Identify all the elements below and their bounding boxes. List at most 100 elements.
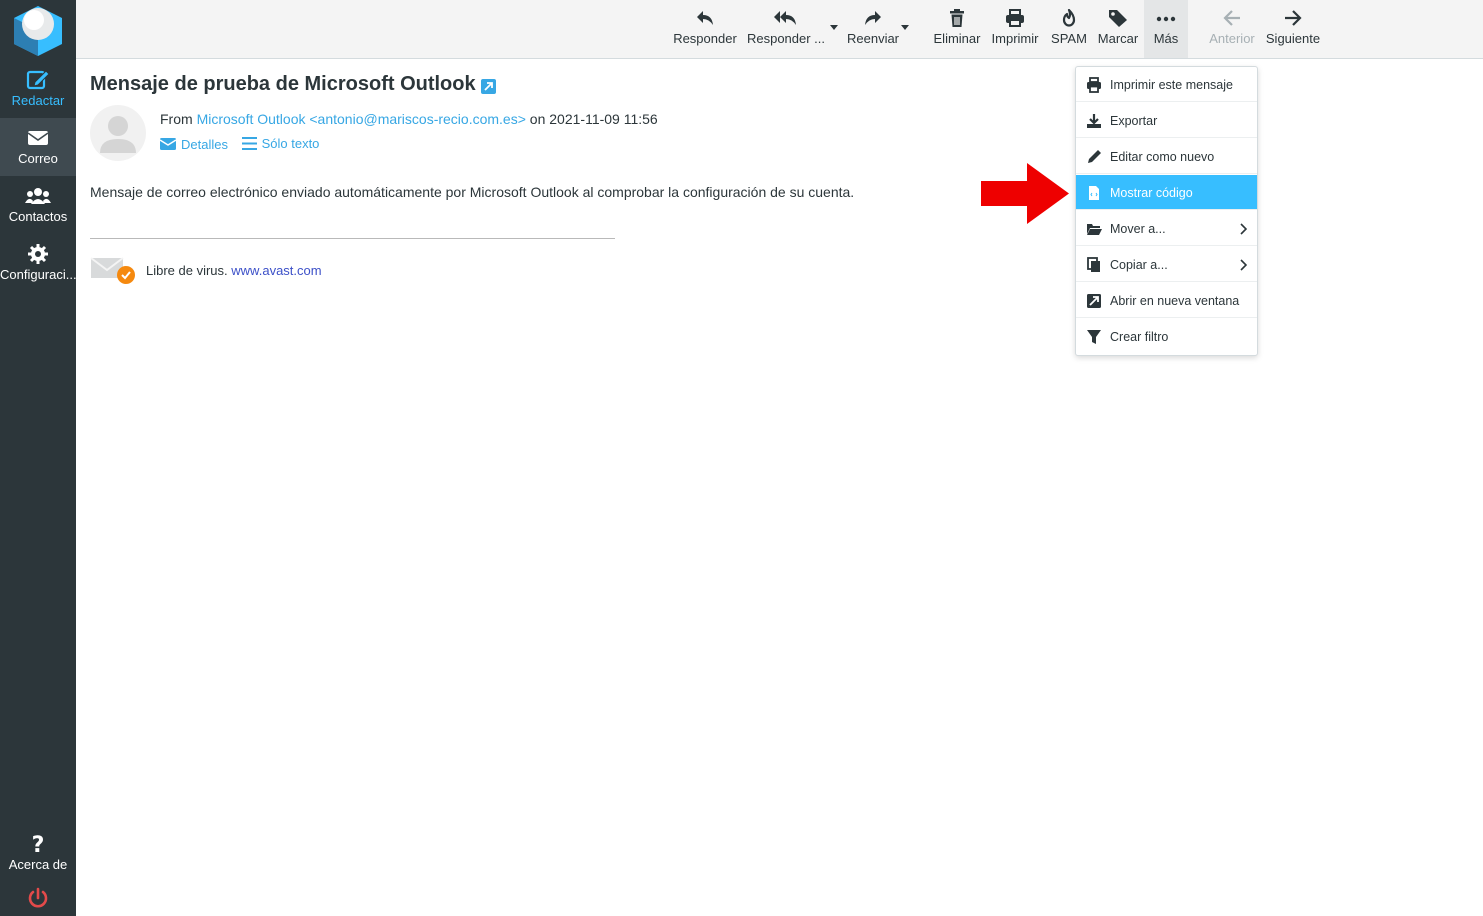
reply-all-icon [774, 11, 796, 25]
from-line: From Microsoft Outlook <antonio@mariscos… [160, 111, 658, 127]
chevron-right-icon [1240, 223, 1247, 235]
menu-item-label: Imprimir este mensaje [1110, 78, 1233, 92]
user-silhouette-icon [100, 116, 136, 153]
menu-item-label: Exportar [1110, 114, 1158, 128]
menu-item-create-filter[interactable]: Crear filtro [1076, 319, 1257, 354]
more-menu: Imprimir este mensaje Exportar Editar co… [1075, 66, 1258, 356]
more-icon [1156, 16, 1176, 22]
annotation-arrow [981, 163, 1069, 224]
previous-label: Anterior [1209, 31, 1255, 46]
sidebar-item-about[interactable]: ? Acerca de [0, 824, 76, 882]
print-label: Imprimir [991, 31, 1039, 46]
menu-item-print-message[interactable]: Imprimir este mensaje [1076, 67, 1257, 102]
menu-item-edit-as-new[interactable]: Editar como nuevo [1076, 139, 1257, 174]
reply-button[interactable]: Responder [673, 0, 737, 58]
menu-item-label: Abrir en nueva ventana [1110, 294, 1240, 308]
sidebar-item-compose[interactable]: Redactar [0, 60, 76, 118]
lines-icon [241, 137, 257, 150]
trash-icon [950, 9, 964, 27]
menu-item-label: Crear filtro [1110, 330, 1169, 344]
arrow-right-icon [1285, 10, 1302, 26]
message-date: on 2021-11-09 11:56 [529, 111, 658, 127]
app-logo [14, 6, 62, 56]
sidebar-item-contacts[interactable]: Contactos [0, 176, 76, 234]
menu-item-show-source[interactable]: Mostrar código [1076, 175, 1257, 210]
header-links: Detalles Sólo texto [160, 136, 329, 153]
details-label: Detalles [181, 136, 228, 152]
envelope-icon [160, 138, 176, 150]
menu-item-label: Mover a... [1110, 222, 1166, 236]
sender-avatar [90, 105, 146, 161]
question-icon: ? [32, 833, 45, 854]
details-link[interactable]: Detalles [160, 137, 228, 152]
menu-item-move-to[interactable]: Mover a... [1076, 211, 1257, 246]
filter-icon [1087, 330, 1101, 344]
avast-link[interactable]: www.avast.com [231, 263, 321, 278]
envelope-icon [27, 131, 49, 145]
folder-open-icon [1087, 224, 1102, 235]
mark-label: Marcar [1097, 31, 1139, 46]
chevron-right-icon [1240, 259, 1247, 271]
spam-button[interactable]: SPAM [1048, 0, 1090, 58]
message-toolbar: Responder Responder ... Reenviar Elimina… [76, 0, 1483, 59]
delete-label: Eliminar [933, 31, 981, 46]
menu-item-label: Mostrar código [1110, 186, 1193, 200]
message-subject: Mensaje de prueba de Microsoft Outlook [90, 73, 476, 95]
sidebar-item-label: Correo [18, 151, 58, 166]
tag-icon [1109, 10, 1127, 27]
more-label: Más [1153, 31, 1179, 46]
reply-all-dropdown-caret[interactable] [829, 23, 839, 31]
pencil-icon [1088, 150, 1101, 163]
from-prefix: From [160, 111, 193, 127]
open-external-icon[interactable] [481, 79, 496, 94]
next-button[interactable]: Siguiente [1264, 0, 1322, 58]
reply-icon [697, 11, 713, 25]
external-link-icon [1087, 294, 1101, 308]
signature-divider [90, 238, 615, 239]
sidebar-item-settings[interactable]: Configuraci... [0, 234, 76, 292]
copy-icon [1087, 257, 1100, 272]
forward-dropdown-caret[interactable] [900, 23, 910, 31]
forward-icon [865, 11, 881, 25]
menu-item-copy-to[interactable]: Copiar a... [1076, 247, 1257, 282]
avast-mail-icon [90, 257, 135, 284]
sidebar-item-label: Contactos [8, 209, 68, 224]
menu-item-label: Copiar a... [1110, 258, 1168, 272]
next-label: Siguiente [1265, 31, 1321, 46]
download-icon [1087, 114, 1101, 128]
message-body: Mensaje de correo electrónico enviado au… [90, 184, 855, 200]
sidebar-item-label: Acerca de [8, 857, 68, 872]
plaintext-link[interactable]: Sólo texto [241, 136, 320, 151]
reply-label: Responder [673, 31, 737, 46]
forward-button[interactable]: Reenviar [845, 0, 901, 58]
signature-text: Libre de virus. [146, 263, 228, 278]
file-code-icon [1089, 186, 1099, 200]
compose-icon [26, 70, 50, 90]
sidebar: Redactar Correo Contactos Configuraci...… [0, 0, 76, 916]
menu-item-export[interactable]: Exportar [1076, 103, 1257, 138]
arrow-left-icon [1223, 10, 1240, 26]
menu-item-label: Editar como nuevo [1110, 150, 1215, 164]
power-icon[interactable] [26, 887, 50, 909]
more-button[interactable]: Más [1144, 0, 1188, 58]
sidebar-item-label: Configuraci... [0, 267, 76, 282]
sidebar-item-mail[interactable]: Correo [0, 118, 76, 176]
gear-icon [28, 244, 48, 264]
sidebar-item-label: Redactar [11, 93, 65, 108]
plaintext-label: Sólo texto [261, 136, 320, 151]
mark-button[interactable]: Marcar [1096, 0, 1140, 58]
reply-all-label: Responder ... [746, 31, 826, 46]
reply-all-button[interactable]: Responder ... [745, 0, 827, 58]
forward-label: Reenviar [846, 31, 900, 46]
spam-label: SPAM [1051, 31, 1087, 46]
sender-link[interactable]: Microsoft Outlook <antonio@mariscos-reci… [197, 111, 526, 127]
delete-button[interactable]: Eliminar [930, 0, 984, 58]
print-button[interactable]: Imprimir [988, 0, 1042, 58]
print-icon [1087, 77, 1101, 93]
menu-item-open-new-window[interactable]: Abrir en nueva ventana [1076, 283, 1257, 318]
users-icon [25, 188, 51, 204]
previous-button[interactable]: Anterior [1204, 0, 1260, 58]
fire-icon [1062, 9, 1076, 27]
signature-line: Libre de virus. www.avast.com [146, 263, 322, 278]
print-icon [1006, 9, 1024, 27]
